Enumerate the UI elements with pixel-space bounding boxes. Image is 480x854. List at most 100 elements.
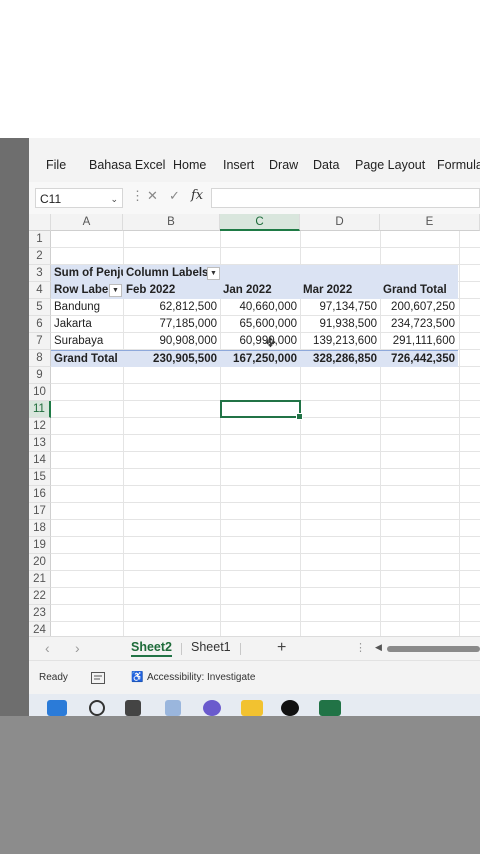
formula-input[interactable] [211, 188, 480, 208]
windows-start-icon[interactable] [47, 700, 67, 716]
menu-page-layout[interactable]: Page Layout [355, 158, 425, 172]
menu-insert[interactable]: Insert [223, 158, 254, 172]
status-accessibility[interactable]: Accessibility: Investigate [147, 672, 255, 683]
row-header[interactable]: 6 [29, 316, 51, 333]
column-header-a[interactable]: A [51, 214, 123, 231]
row-header[interactable]: 1 [29, 231, 51, 248]
gridline [51, 553, 480, 554]
pivot-header-grand-total[interactable]: Grand Total [380, 282, 458, 299]
teams-chat-icon[interactable] [203, 700, 221, 716]
pivot-total-cell[interactable]: 167,250,000 [220, 350, 300, 367]
column-header-b[interactable]: B [123, 214, 220, 231]
row-header[interactable]: 5 [29, 299, 51, 316]
worksheet-grid[interactable]: A B C D E 1 2 3 4 5 6 7 8 9 10 11 12 13 14 15 16 17 18 19 2… [29, 214, 480, 639]
accessibility-icon[interactable]: ♿ [131, 672, 143, 683]
pivot-row-label[interactable]: Bandung [51, 299, 123, 316]
select-all-corner[interactable] [29, 214, 51, 231]
pivot-value-cell[interactable]: 62,812,500 [123, 299, 220, 316]
row-header[interactable]: 21 [29, 571, 51, 588]
pivot-header-jan-2022[interactable]: Jan 2022 [220, 282, 300, 299]
add-sheet-button[interactable]: + [277, 639, 286, 657]
row-labels-filter-icon[interactable]: ▼ [109, 284, 122, 297]
pivot-value-cell[interactable]: 97,134,750 [300, 299, 380, 316]
background-bottom [0, 716, 480, 854]
row-header[interactable]: 15 [29, 469, 51, 486]
tab-sheet2[interactable]: Sheet2 [131, 640, 172, 657]
menu-draw[interactable]: Draw [269, 158, 298, 172]
row-header[interactable]: 8 [29, 350, 51, 367]
excel-app-icon[interactable] [319, 700, 341, 716]
column-header-d[interactable]: D [300, 214, 380, 231]
tiktok-icon[interactable] [281, 700, 299, 716]
row-header[interactable]: 11 [29, 401, 51, 418]
row-header[interactable]: 16 [29, 486, 51, 503]
pivot-column-labels[interactable]: Column Labels [123, 265, 458, 282]
row-header[interactable]: 12 [29, 418, 51, 435]
gridline [51, 247, 480, 248]
pivot-value-field[interactable]: Sum of Penju [51, 265, 123, 282]
pivot-row-label[interactable]: Jakarta [51, 316, 123, 333]
row-header[interactable]: 23 [29, 605, 51, 622]
column-header-c[interactable]: C [220, 214, 300, 231]
row-header[interactable]: 20 [29, 554, 51, 571]
row-header[interactable]: 4 [29, 282, 51, 299]
column-labels-filter-icon[interactable]: ▼ [207, 267, 220, 280]
pivot-value-cell[interactable]: 291,111,600 [380, 333, 458, 350]
chevron-down-icon[interactable]: ⌄ [110, 189, 118, 209]
pivot-value-cell[interactable]: 200,607,250 [380, 299, 458, 316]
pivot-value-cell[interactable]: 40,660,000 [220, 299, 300, 316]
pivot-value-cell[interactable]: 77,185,000 [123, 316, 220, 333]
scroll-left-arrow-icon[interactable]: ◀ [375, 642, 382, 653]
column-header-e[interactable]: E [380, 214, 480, 231]
more-options-icon[interactable]: ⋮ [131, 188, 144, 204]
row-header[interactable]: 7 [29, 333, 51, 350]
insert-function-icon[interactable]: fx [191, 188, 203, 203]
active-cell-c11[interactable] [220, 400, 303, 420]
pivot-value-cell[interactable]: 91,938,500 [300, 316, 380, 333]
menu-bahasa-excel[interactable]: Bahasa Excel [89, 158, 165, 172]
pivot-grand-total-label[interactable]: Grand Total [51, 350, 123, 367]
row-header[interactable]: 18 [29, 520, 51, 537]
menu-home[interactable]: Home [173, 158, 206, 172]
pivot-header-mar-2022[interactable]: Mar 2022 [300, 282, 380, 299]
file-explorer-icon[interactable] [241, 700, 263, 716]
chevron-left-icon[interactable]: ‹ [45, 640, 50, 656]
gridline [459, 231, 460, 636]
task-view-icon[interactable] [125, 700, 141, 716]
gridline [51, 468, 480, 469]
pivot-value-cell[interactable]: 139,213,600 [300, 333, 380, 350]
horizontal-scrollbar[interactable] [387, 646, 480, 652]
pivot-value-cell[interactable]: 234,723,500 [380, 316, 458, 333]
menu-data[interactable]: Data [313, 158, 339, 172]
scroll-splitter-icon[interactable]: ⋮ [355, 641, 366, 654]
name-box[interactable]: C11 ⌄ [35, 188, 123, 208]
pivot-value-cell[interactable]: 60,990,000 [220, 333, 300, 350]
row-header[interactable]: 19 [29, 537, 51, 554]
row-header[interactable]: 22 [29, 588, 51, 605]
menu-file[interactable]: File [46, 158, 66, 172]
row-header[interactable]: 2 [29, 248, 51, 265]
fill-handle[interactable] [296, 413, 303, 420]
row-header[interactable]: 13 [29, 435, 51, 452]
widgets-icon[interactable] [165, 700, 181, 716]
enter-icon[interactable]: ✓ [169, 188, 180, 204]
pivot-total-cell[interactable]: 726,442,350 [380, 350, 458, 367]
pivot-total-cell[interactable]: 230,905,500 [123, 350, 220, 367]
macro-record-icon[interactable] [91, 672, 105, 687]
pivot-row-label[interactable]: Surabaya [51, 333, 123, 350]
tab-sheet1[interactable]: Sheet1 [191, 640, 231, 654]
row-header[interactable]: 10 [29, 384, 51, 401]
cancel-icon[interactable]: ✕ [147, 188, 158, 204]
pivot-value-cell[interactable]: 90,908,000 [123, 333, 220, 350]
menu-formulas[interactable]: Formula [437, 158, 480, 172]
pivot-total-cell[interactable]: 328,286,850 [300, 350, 380, 367]
row-header[interactable]: 3 [29, 265, 51, 282]
chevron-right-icon[interactable]: › [75, 640, 80, 656]
pivot-header-feb-2022[interactable]: Feb 2022 [123, 282, 220, 299]
search-icon[interactable] [89, 700, 105, 716]
background-top [0, 0, 480, 138]
pivot-value-cell[interactable]: 65,600,000 [220, 316, 300, 333]
row-header[interactable]: 9 [29, 367, 51, 384]
row-header[interactable]: 17 [29, 503, 51, 520]
row-header[interactable]: 14 [29, 452, 51, 469]
